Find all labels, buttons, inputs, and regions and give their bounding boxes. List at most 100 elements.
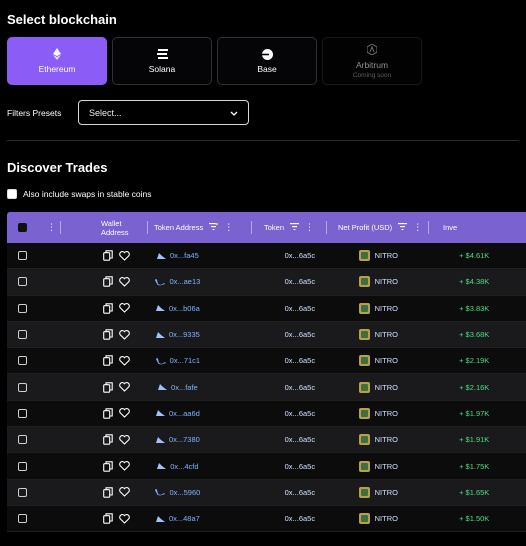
token-address-cell[interactable]: 0x...6a5c (241, 243, 359, 268)
wallet-address-cell[interactable]: 0x...ae13 (105, 269, 251, 294)
filter-icon[interactable] (398, 223, 408, 232)
token-address-cell[interactable]: 0x...6a5c (241, 427, 359, 452)
column-menu-icon[interactable]: ⋮ (47, 222, 56, 233)
column-menu-icon[interactable]: ⋮ (305, 222, 314, 233)
wallet-address-cell[interactable]: 0x...aa6d (105, 401, 251, 426)
token-logo-icon (358, 302, 370, 314)
chain-solana-button[interactable]: Solana (112, 37, 212, 85)
net-profit-header[interactable]: Net Profit (USD) ⋮ (327, 212, 429, 243)
token-logo-icon (358, 381, 370, 393)
table-row[interactable]: 0x...fafe 0x...6a5c NITRO + $2.16K (7, 374, 526, 401)
divider (7, 140, 519, 141)
token-address[interactable]: 0x...6a5c (285, 514, 315, 523)
wallet-address[interactable]: 0x...fa45 (170, 251, 199, 260)
table-row[interactable]: 0x...b06a 0x...6a5c NITRO + $3.83K (7, 295, 526, 322)
table-row[interactable]: 0x...fa45 0x...6a5c NITRO + $4.61K (7, 243, 526, 270)
wallet-address-cell[interactable]: 0x...fafe (105, 374, 251, 399)
chain-ethereum-button[interactable]: Ethereum (7, 37, 107, 85)
token-header[interactable]: Token ⋮ (252, 212, 327, 243)
row-checkbox[interactable] (18, 330, 27, 340)
table-row[interactable]: 0x...9335 0x...6a5c NITRO + $3.68K (7, 321, 526, 349)
wallet-address-cell[interactable]: 0x...48a7 (105, 506, 251, 531)
wallet-address[interactable]: 0x...7380 (169, 435, 200, 444)
token-address[interactable]: 0x...6a5c (285, 356, 315, 365)
row-select-cell (7, 243, 61, 268)
token-address-cell[interactable]: 0x...6a5c (241, 401, 359, 426)
chain-label: Base (257, 64, 277, 74)
wallet-address[interactable]: 0x...9335 (169, 330, 200, 339)
wallet-address-cell[interactable]: 0x...71c1 (105, 348, 251, 373)
wallet-address-cell[interactable]: 0x...9335 (105, 322, 251, 347)
table-body: 0x...fa45 0x...6a5c NITRO + $4.61K 0x...… (7, 243, 526, 533)
table-row[interactable]: 0x...ae13 0x...6a5c NITRO + $4.38K (7, 269, 526, 296)
token-address-cell[interactable]: 0x...6a5c (241, 296, 359, 321)
table-row[interactable]: 0x...48a7 0x...6a5c NITRO + $1.50K (7, 505, 526, 533)
column-menu-icon[interactable]: ⋮ (413, 222, 422, 233)
filters-presets-select[interactable]: Select... (78, 100, 249, 125)
token-address[interactable]: 0x...6a5c (285, 435, 315, 444)
token-address-cell[interactable]: 0x...6a5c (241, 480, 359, 505)
token-address-cell[interactable]: 0x...6a5c (241, 348, 359, 373)
select-all-checkbox[interactable] (18, 223, 27, 232)
row-checkbox[interactable] (18, 435, 27, 445)
token-address-cell[interactable]: 0x...6a5c (241, 374, 359, 399)
filter-icon[interactable] (290, 223, 300, 232)
token-address-cell[interactable]: 0x...6a5c (241, 322, 359, 347)
wallet-address[interactable]: 0x...b06a (169, 304, 200, 313)
token-logo-icon (358, 407, 370, 419)
chain-base-button[interactable]: Base (217, 37, 317, 85)
table-row[interactable]: 0x...aa6d 0x...6a5c NITRO + $1.97K (7, 400, 526, 428)
table-row[interactable]: 0x...7380 0x...6a5c NITRO + $1.91K (7, 427, 526, 454)
token-name: NITRO (374, 514, 398, 524)
token-name: NITRO (374, 356, 398, 366)
row-checkbox[interactable] (18, 303, 27, 313)
wallet-address[interactable]: 0x...fafe (171, 383, 198, 392)
column-menu-icon[interactable]: ⋮ (224, 222, 233, 233)
token-address-cell[interactable]: 0x...6a5c (241, 453, 359, 478)
token-address[interactable]: 0x...6a5c (285, 462, 315, 471)
row-checkbox[interactable] (18, 382, 27, 392)
token-address[interactable]: 0x...6a5c (285, 383, 315, 392)
wallet-address-header[interactable]: Wallet Address (61, 212, 148, 243)
token-address[interactable]: 0x...6a5c (285, 409, 315, 418)
token-address-header[interactable]: Token Address ⋮ (148, 212, 252, 243)
stable-coins-checkbox[interactable] (7, 189, 17, 199)
row-checkbox[interactable] (18, 277, 27, 287)
next-column-header[interactable]: Inve (429, 212, 526, 243)
row-checkbox[interactable] (18, 356, 27, 366)
token-address-cell[interactable]: 0x...6a5c (241, 506, 359, 531)
wallet-address[interactable]: 0x...5960 (169, 488, 200, 497)
token-address[interactable]: 0x...6a5c (285, 330, 315, 339)
wallet-address[interactable]: 0x...48a7 (169, 514, 200, 523)
token-name: NITRO (374, 330, 398, 340)
wallet-address[interactable]: 0x...ae13 (169, 277, 200, 286)
token-cell: NITRO (358, 322, 423, 347)
token-cell: NITRO (358, 506, 423, 531)
row-checkbox[interactable] (18, 487, 27, 497)
token-address[interactable]: 0x...6a5c (285, 304, 315, 313)
wallet-address[interactable]: 0x...71c1 (170, 356, 200, 365)
wallet-address-cell[interactable]: 0x...b06a (105, 296, 251, 321)
row-checkbox[interactable] (18, 251, 27, 261)
table-row[interactable]: 0x...4cfd 0x...6a5c NITRO + $1.75K (7, 453, 526, 480)
wallet-address-cell[interactable]: 0x...5960 (105, 480, 251, 505)
wallet-address[interactable]: 0x...aa6d (169, 409, 200, 418)
filter-icon[interactable] (209, 222, 219, 232)
net-profit-cell: + $2.16K (422, 374, 526, 399)
wallet-address[interactable]: 0x...4cfd (170, 462, 198, 471)
row-checkbox[interactable] (18, 408, 27, 418)
table-row[interactable]: 0x...71c1 0x...6a5c NITRO + $2.19K (7, 348, 526, 375)
token-cell: NITRO (358, 480, 423, 505)
token-address[interactable]: 0x...6a5c (285, 277, 315, 286)
token-address[interactable]: 0x...6a5c (285, 488, 315, 497)
wallet-address-cell[interactable]: 0x...7380 (105, 427, 251, 452)
row-checkbox[interactable] (18, 514, 27, 524)
row-checkbox[interactable] (18, 461, 27, 471)
wallet-address-cell[interactable]: 0x...4cfd (105, 453, 251, 478)
token-address-cell[interactable]: 0x...6a5c (241, 269, 359, 294)
table-row[interactable]: 0x...5960 0x...6a5c NITRO + $1.65K (7, 479, 526, 506)
stable-coins-option[interactable]: Also include swaps in stable coins (7, 189, 152, 199)
wallet-address-cell[interactable]: 0x...fa45 (105, 243, 251, 268)
token-cell: NITRO (358, 453, 423, 478)
token-address[interactable]: 0x...6a5c (285, 251, 315, 260)
